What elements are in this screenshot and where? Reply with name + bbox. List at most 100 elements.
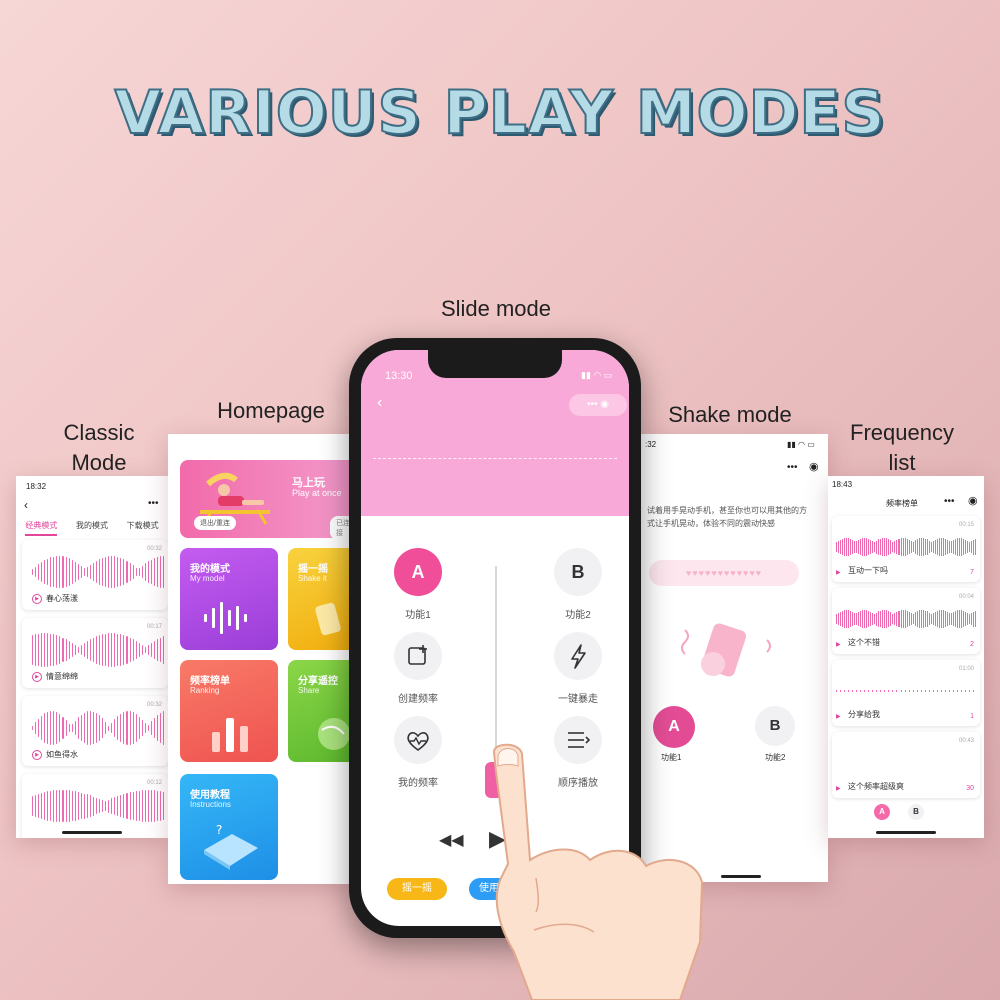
play-icon[interactable]: ▶ [32,594,42,604]
close-target-icon[interactable]: ◉ [809,460,819,473]
rewind-icon[interactable]: ◀◀ [439,830,464,850]
function-b-button[interactable]: B [554,548,602,596]
list-item[interactable]: 00:43 ▶ 这个频率超级爽 30 [832,732,980,798]
list-item[interactable]: 00:32 ▶ 春心荡漾 [22,540,168,610]
item-duration: 00:04 [958,594,974,600]
close-target-icon[interactable]: ◉ [968,494,978,507]
play-icon[interactable]: ▶ [836,713,841,720]
tile-subtitle: Instructions [190,800,231,809]
tile-shake-it[interactable]: 摇一摇 Shake it [288,548,358,650]
frequency-list-screen: 18:43 频率榜单 ••• ◉ 00:15 ▶ 互动一下吗 7 00:04 ▶… [828,476,984,838]
function-b-button[interactable]: B [908,804,924,820]
waveform [32,554,165,590]
one-key-burst-button[interactable] [554,632,602,680]
tile-share[interactable]: 分享遥控 Share [288,660,358,762]
intensity-hearts-bar: ♥♥♥♥♥♥♥♥♥♥♥♥ [649,560,799,586]
tile-my-model[interactable]: 我的模式 My model [180,548,278,650]
waveform [836,680,976,702]
more-icon[interactable]: ••• [787,462,798,473]
item-duration: 00:17 [146,624,162,630]
item-duration: 00:12 [146,780,162,786]
shake-button[interactable]: 摇一摇 [387,878,447,900]
status-time: 18:43 [832,480,853,489]
play-icon[interactable]: ▶ [32,750,42,760]
add-square-icon [408,645,427,665]
create-frequency-label: 创建频率 [398,694,438,705]
signal-wifi-battery-icon: ▮▮ ◠ ▭ [581,370,613,380]
tile-title: 摇一摇 [298,564,328,575]
svg-text:?: ? [216,823,222,837]
shaking-phone-icon [315,602,341,636]
tile-subtitle: Share [298,686,320,695]
item-name: 这个不错 [848,638,880,647]
item-duration: 00:32 [146,546,162,552]
mini-program-capsule[interactable]: ••• ◉ [569,394,627,416]
waveform [32,710,165,746]
more-icon[interactable]: ••• [148,498,159,509]
homepage-screen: 马上玩 Play at once 退出/重连 已连接 我的模式 My model… [168,434,358,884]
waveform [32,788,165,824]
tile-title: 我的模式 [190,564,230,575]
screen-title: 频率榜单 [886,499,918,508]
play-icon[interactable]: ▶ [32,672,42,682]
pointing-hand-illustration [492,743,704,1000]
tile-title: 频率榜单 [190,676,230,687]
exit-reconnect-button[interactable]: 退出/重连 [194,516,236,530]
download-count: 1 [970,713,974,720]
shake-description: 试着用手晃动手机，甚至你也可以用其他的方式让手机晃动，体验不同的震动快感 [647,506,807,528]
status-time: 18:32 [26,482,47,491]
download-count: 7 [970,569,974,576]
waveform [836,536,977,558]
create-frequency-button[interactable] [394,632,442,680]
more-icon[interactable]: ••• [944,496,955,507]
status-time: :32 [645,440,657,449]
label-frequency-list: Frequency list [850,420,954,475]
function-1-label: 功能1 [405,610,431,621]
list-item[interactable]: 00:12 [22,774,168,838]
play-icon[interactable]: ▶ [836,641,841,648]
page-title: VARIOUS PLAY MODES [113,77,886,149]
tab-my-mode[interactable]: 我的模式 [76,520,108,536]
one-key-burst-label: 一键暴走 [558,694,598,705]
function-a-button[interactable]: A [874,804,890,820]
item-name: 情意绵绵 [46,672,78,681]
notch [428,350,562,378]
tablet-icon: ? [204,823,258,870]
back-icon[interactable]: ‹ [24,498,28,512]
list-item[interactable]: 00:32 ▶ 如鱼得水 [22,696,168,766]
home-indicator [876,831,936,834]
classic-mode-screen: 18:32 ‹ ••• 经典模式 我的模式 下载模式 00:32 ▶ 春心荡漾 … [16,476,168,838]
function-b-button[interactable]: B [755,706,795,746]
item-name: 互动一下吗 [848,566,888,575]
play-icon[interactable]: ▶ [836,569,841,576]
label-classic-mode: Classic Mode [63,420,135,475]
tile-ranking[interactable]: 频率榜单 Ranking [180,660,278,762]
item-name: 分享给我 [848,710,880,719]
home-indicator [62,831,122,834]
lightning-icon [571,644,586,669]
tab-classic[interactable]: 经典模式 [25,520,58,536]
tile-instructions[interactable]: 使用教程 Instructions ? [180,774,278,880]
play-icon[interactable]: ▶ [836,785,841,792]
list-item[interactable]: 00:04 ▶ 这个不错 2 [832,588,980,654]
tab-download[interactable]: 下载模式 [127,520,159,536]
my-frequency-button[interactable] [394,716,442,764]
item-duration: 00:43 [958,738,974,744]
item-name: 春心荡漾 [46,594,78,603]
status-time: 13:30 [385,370,413,382]
signal-wifi-battery-icon: ▮▮ ◠ ▭ [787,440,815,449]
item-duration: 01:00 [958,666,974,672]
play-at-once-banner[interactable]: 马上玩 Play at once 退出/重连 已连接 [180,460,358,538]
sound-wave-icon [204,602,247,634]
waveform [836,608,977,630]
item-name: 这个频率超级爽 [848,782,904,791]
list-item[interactable]: 01:00 ▶ 分享给我 1 [832,660,980,726]
list-item[interactable]: 00:15 ▶ 互动一下吗 7 [832,516,980,582]
download-count: 2 [970,641,974,648]
download-count: 30 [966,785,974,792]
list-item[interactable]: 00:17 ▶ 情意绵绵 [22,618,168,688]
item-name: 如鱼得水 [46,750,78,759]
shaking-phone-illustration [681,623,771,677]
function-a-button[interactable]: A [394,548,442,596]
back-icon[interactable]: ‹ [377,394,382,412]
